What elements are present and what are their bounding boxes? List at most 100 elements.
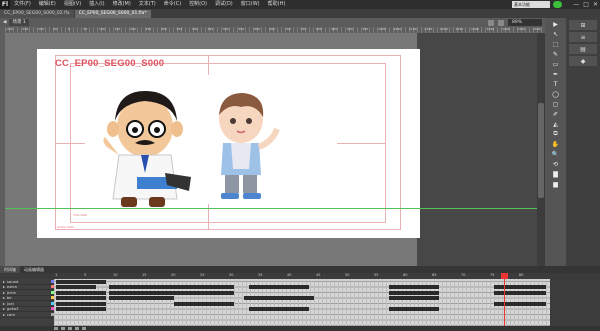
frame-span[interactable] [389,285,439,290]
edit-scene-icon[interactable] [488,19,494,26]
layer-icon: ▸ [3,295,5,301]
menu-insert[interactable]: 插入(I) [85,0,108,9]
tab-motion-editor[interactable]: 动画编辑器 [20,266,48,273]
layer-name: jiche [6,289,16,295]
onion-skin-icon[interactable] [75,327,79,330]
frame-span[interactable] [249,285,309,290]
menu-view[interactable]: 视图(V) [60,0,85,9]
sync-icon[interactable] [553,1,562,8]
layer-row[interactable]: ▸ cam [0,312,54,318]
frame-span[interactable] [389,296,439,301]
tool-icon[interactable]: ▢ [550,100,562,108]
frame-span[interactable] [389,307,439,312]
tab-document-02[interactable]: CC_EP00_SEG00_S000_02.fla [0,10,74,18]
pasteboard-right[interactable] [417,33,545,266]
panel-icon[interactable]: ▤ [569,44,597,54]
tools-panel: ▶ ↖ ⬚ ✎ ▭ ✒ T ◯ ▢ ✐ ◭ ⧉ ✋ 🔍 ⟲ ▇ ▆ [545,18,566,266]
frame-span[interactable] [389,290,439,295]
tool-icon[interactable]: 🔍 [550,150,562,158]
frame-span[interactable] [109,290,174,295]
frame-span[interactable] [494,285,546,290]
menu-modify[interactable]: 修改(M) [109,0,135,9]
frame-grid[interactable] [54,279,550,326]
menu-window[interactable]: 窗口(W) [237,0,264,9]
menu-file[interactable]: 文件(F) [10,0,35,9]
delete-layer-icon[interactable] [68,327,72,330]
new-folder-icon[interactable] [61,327,65,330]
tool-icon[interactable]: ✒ [550,70,562,78]
close-button[interactable]: ✕ [593,0,598,9]
frame-span[interactable] [174,285,234,290]
tool-icon[interactable]: ✎ [550,50,562,58]
frame-span[interactable] [494,301,546,306]
menu-edit[interactable]: 编辑(E) [35,0,60,9]
frame-span[interactable] [244,296,314,301]
menu-debug[interactable]: 调试(D) [211,0,237,9]
panel-icon[interactable]: ⊞ [569,20,597,30]
tool-icon[interactable]: ⧉ [550,130,562,138]
tool-icon[interactable]: ↖ [550,30,562,38]
frame-span[interactable] [56,301,106,306]
tool-icon[interactable]: ▆ [550,180,562,188]
title-safe-label: Title Safe [73,213,88,217]
menu-text[interactable]: 文本(T) [135,0,160,9]
tool-icon[interactable]: ⟲ [550,160,562,168]
panel-icon[interactable]: ◆ [569,56,597,66]
tool-icon[interactable]: T [550,80,562,88]
edit-multiple-frames-icon[interactable] [82,327,86,330]
action-safe-label: Action Safe [57,225,74,229]
frame-number: 50 [345,273,350,277]
tool-icon[interactable]: ▇ [550,170,562,178]
frame-number: 55 [374,273,379,277]
vertical-scrollbar[interactable] [537,33,545,266]
minimize-button[interactable]: — [573,0,579,9]
edit-bar: ◀ 场景 1 89% [0,18,545,27]
boy-character[interactable] [209,89,289,209]
frame-number: 5 [84,273,87,277]
frame-span[interactable] [56,296,106,301]
back-arrow-icon[interactable]: ◀ [3,20,6,25]
frame-span[interactable] [56,307,106,312]
layer-icon: ▸ [3,284,5,290]
tool-icon[interactable]: ✋ [550,140,562,148]
scrollbar-thumb[interactable] [538,103,544,198]
tool-icon[interactable]: ✐ [550,110,562,118]
panel-icon[interactable]: ≡ [569,32,597,42]
tab-document-01[interactable]: CC_EP00_SEG00_S000_01.fla* [74,10,151,18]
tool-icon[interactable]: ▭ [550,60,562,68]
new-layer-icon[interactable] [54,327,58,330]
timeline-scroll-area[interactable] [550,279,600,326]
playhead[interactable] [504,273,505,326]
frame-span[interactable] [56,285,96,290]
scene-label[interactable]: 场景 1 [9,19,29,26]
zoom-select[interactable]: 89% [508,19,542,26]
frame-number: 1 [55,273,58,277]
layer-list: ▸ sound ▸ extra ▸ jiche ▸ bir ▸ juej ▸ geka3 ▸ cam [0,279,54,331]
menu-control[interactable]: 控制(O) [185,0,211,9]
frame-span[interactable] [56,290,106,295]
menu-commands[interactable]: 命令(C) [160,0,185,9]
maximize-button[interactable]: □ [583,0,589,9]
doctor-character[interactable] [97,81,207,211]
frame-span[interactable] [174,290,234,295]
frame-number: 25 [200,273,205,277]
menu-help[interactable]: 帮助(H) [264,0,290,9]
layer-name: cam [6,311,16,317]
frame-span[interactable] [109,285,174,290]
tab-timeline[interactable]: 时间轴 [0,266,20,273]
tool-icon[interactable]: ▶ [550,20,562,28]
frame-span[interactable] [249,307,309,312]
edit-symbol-icon[interactable] [498,19,504,26]
tool-icon[interactable]: ⬚ [550,40,562,48]
horizontal-guide[interactable] [5,208,545,209]
tool-icon[interactable]: ◯ [550,90,562,98]
frame-span[interactable] [109,296,174,301]
tool-icon[interactable]: ◭ [550,120,562,128]
center-guide [55,143,85,144]
layer-name: sound [6,278,19,284]
workspace-switcher[interactable]: 基本功能 [512,1,550,8]
frame-span[interactable] [494,290,546,295]
frame-span[interactable] [56,279,106,284]
stage[interactable]: CC_EP00_SEG00_S000 Title Safe Action Saf… [37,49,420,238]
frame-span[interactable] [174,301,234,306]
